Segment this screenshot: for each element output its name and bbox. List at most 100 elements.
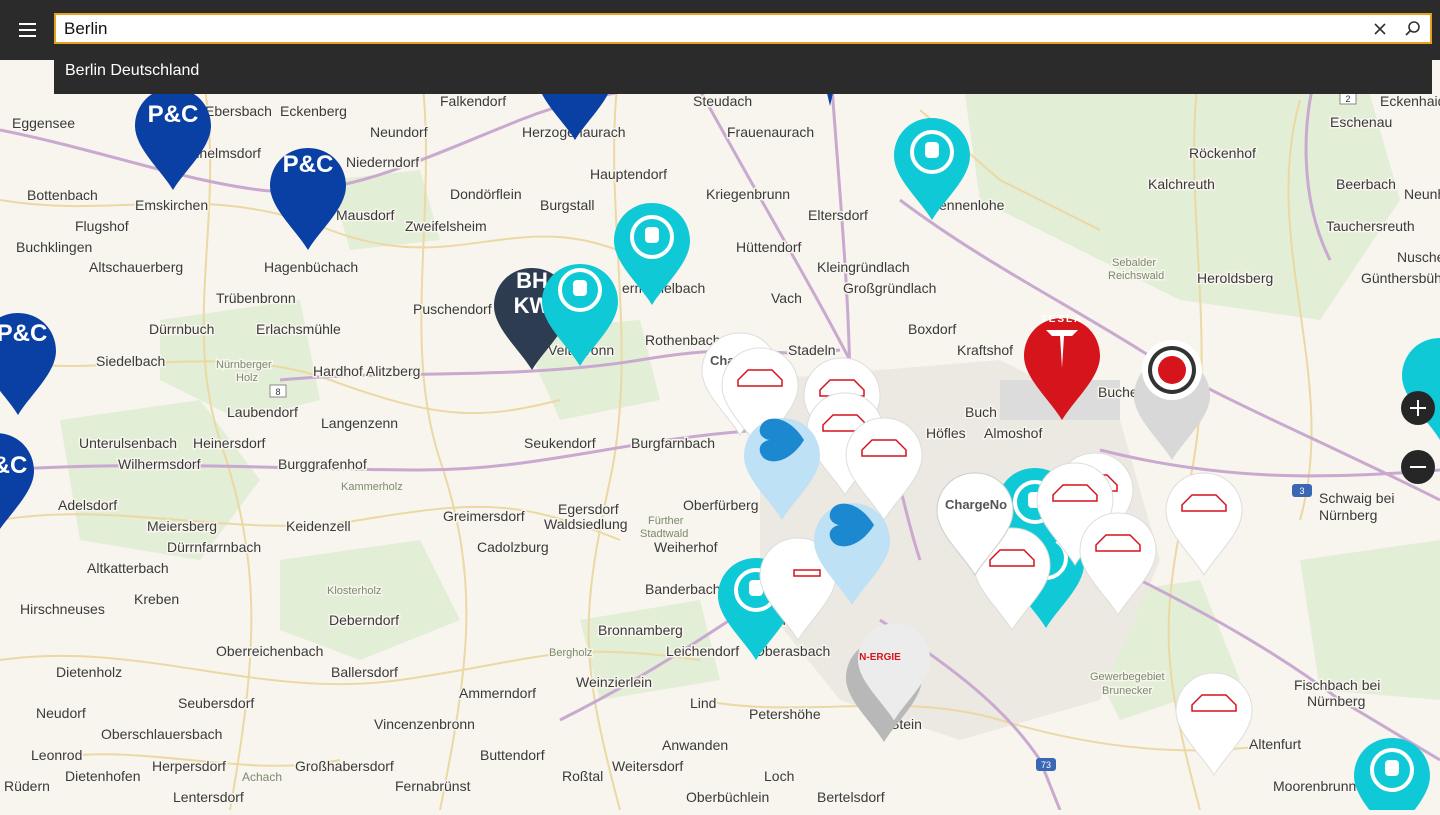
svg-text:Ballersdorf: Ballersdorf <box>331 664 398 680</box>
svg-text:Oberfürberg: Oberfürberg <box>683 497 758 513</box>
zoom-in-button[interactable] <box>1401 391 1435 425</box>
pc-pin[interactable]: P&C <box>0 433 34 535</box>
svg-text:Höfles: Höfles <box>926 425 966 441</box>
svg-text:3: 3 <box>1299 486 1304 496</box>
svg-text:Moorenbrunn: Moorenbrunn <box>1273 778 1356 794</box>
svg-text:Meiersberg: Meiersberg <box>147 518 217 534</box>
svg-text:Eckenberg: Eckenberg <box>280 103 347 119</box>
hamburger-icon[interactable] <box>0 0 54 60</box>
svg-text:Burggrafenhof: Burggrafenhof <box>278 456 367 472</box>
zoom-out-button[interactable] <box>1401 450 1435 484</box>
svg-text:Laubendorf: Laubendorf <box>227 404 298 420</box>
car-station-pin[interactable] <box>1165 472 1243 576</box>
svg-text:Anwanden: Anwanden <box>662 737 728 753</box>
svg-text:Wilhermsdorf: Wilhermsdorf <box>118 456 201 472</box>
svg-text:Eltersdorf: Eltersdorf <box>808 207 868 223</box>
svg-text:2: 2 <box>1345 94 1350 104</box>
svg-text:Altschauerberg: Altschauerberg <box>89 259 183 275</box>
svg-text:Burgstall: Burgstall <box>540 197 594 213</box>
close-icon[interactable] <box>1370 19 1390 39</box>
svg-text:Neundorf: Neundorf <box>370 124 428 140</box>
cyan-charging-pin[interactable] <box>1354 738 1430 815</box>
svg-text:ChargeNo: ChargeNo <box>945 497 1007 512</box>
svg-text:Kreben: Kreben <box>134 591 179 607</box>
search-box[interactable] <box>54 13 1432 44</box>
svg-text:P&C: P&C <box>0 452 27 479</box>
svg-text:Fischbach bei: Fischbach bei <box>1294 677 1380 693</box>
svg-text:Steudach: Steudach <box>693 93 752 109</box>
pc-pin[interactable]: P&C <box>0 313 56 415</box>
svg-text:Rothenbach: Rothenbach <box>645 332 721 348</box>
target-pin[interactable] <box>1134 340 1210 460</box>
svg-text:Ammerndorf: Ammerndorf <box>459 685 536 701</box>
svg-text:Seukendorf: Seukendorf <box>524 435 596 451</box>
map-canvas[interactable]: 8 2 3 73 Falkendorf Steudach Eckenhaid E… <box>0 0 1440 815</box>
svg-text:Greimersdorf: Greimersdorf <box>443 508 525 524</box>
pc-pin[interactable]: P&C <box>135 88 211 190</box>
svg-text:Falkendorf: Falkendorf <box>440 93 506 109</box>
svg-text:Weiherhof: Weiherhof <box>654 539 718 555</box>
svg-text:Nürnberger: Nürnberger <box>216 359 272 371</box>
svg-text:Lind: Lind <box>690 695 716 711</box>
svg-text:Neudorf: Neudorf <box>36 705 86 721</box>
svg-text:Hirschneuses: Hirschneuses <box>20 601 105 617</box>
svg-text:N-ERGIE: N-ERGIE <box>859 652 901 663</box>
svg-text:Fürther: Fürther <box>648 515 684 527</box>
svg-text:Großgründlach: Großgründlach <box>843 280 936 296</box>
svg-text:Oberbüchlein: Oberbüchlein <box>686 789 769 805</box>
svg-text:Eschenau: Eschenau <box>1330 114 1392 130</box>
svg-text:Waldsiedlung: Waldsiedlung <box>544 516 628 532</box>
svg-text:Cadolzburg: Cadolzburg <box>477 539 549 555</box>
svg-text:Bronnamberg: Bronnamberg <box>598 622 683 638</box>
svg-text:Zweifelsheim: Zweifelsheim <box>405 218 487 234</box>
svg-text:Altkatterbach: Altkatterbach <box>87 560 169 576</box>
svg-text:Dietenhofen: Dietenhofen <box>65 768 141 784</box>
svg-text:Emskirchen: Emskirchen <box>135 197 208 213</box>
map-svg: 8 2 3 73 Falkendorf Steudach Eckenhaid E… <box>0 38 1440 815</box>
svg-text:TESLA: TESLA <box>1041 314 1084 325</box>
svg-text:Hardhof Alitzberg: Hardhof Alitzberg <box>313 363 420 379</box>
svg-text:Heroldsberg: Heroldsberg <box>1197 270 1273 286</box>
svg-text:Gewerbegebiet: Gewerbegebiet <box>1090 671 1165 683</box>
svg-text:Dietenholz: Dietenholz <box>56 664 122 680</box>
svg-text:Dondörflein: Dondörflein <box>450 186 522 202</box>
svg-text:Eggensee: Eggensee <box>12 115 75 131</box>
svg-text:Adelsdorf: Adelsdorf <box>58 497 117 513</box>
svg-text:Seubersdorf: Seubersdorf <box>178 695 254 711</box>
svg-text:Lentersdorf: Lentersdorf <box>173 789 244 805</box>
svg-text:Reichswald: Reichswald <box>1108 270 1164 282</box>
svg-text:Beerbach: Beerbach <box>1336 176 1396 192</box>
svg-text:Trübenbronn: Trübenbronn <box>216 290 296 306</box>
svg-text:Stadeln: Stadeln <box>788 342 835 358</box>
svg-text:Bertelsdorf: Bertelsdorf <box>817 789 885 805</box>
svg-text:Weitersdorf: Weitersdorf <box>612 758 683 774</box>
svg-text:Schwaig bei: Schwaig bei <box>1319 490 1395 506</box>
search-input[interactable] <box>64 15 1364 42</box>
pc-pin[interactable]: P&C <box>270 148 346 250</box>
svg-text:Roßtal: Roßtal <box>562 768 603 784</box>
svg-text:Petershöhe: Petershöhe <box>749 706 821 722</box>
search-icon[interactable] <box>1402 19 1422 39</box>
svg-text:Niederndorf: Niederndorf <box>346 154 419 170</box>
svg-text:Hauptendorf: Hauptendorf <box>590 166 667 182</box>
svg-text:Nürnberg: Nürnberg <box>1307 693 1365 709</box>
svg-text:Kleingründlach: Kleingründlach <box>817 259 910 275</box>
svg-text:Kraftshof: Kraftshof <box>957 342 1013 358</box>
svg-text:P&C: P&C <box>148 101 199 128</box>
svg-text:Hagenbüchach: Hagenbüchach <box>264 259 358 275</box>
svg-text:Eckenhaid: Eckenhaid <box>1380 93 1440 109</box>
svg-text:Langenzenn: Langenzenn <box>321 415 398 431</box>
plus-icon <box>1410 400 1426 416</box>
svg-text:P&C: P&C <box>283 151 334 178</box>
svg-text:Herpersdorf: Herpersdorf <box>152 758 226 774</box>
svg-text:BH: BH <box>516 268 548 293</box>
svg-text:Neunhof: Neunhof <box>1404 186 1440 202</box>
svg-text:Sebalder: Sebalder <box>1112 257 1156 269</box>
svg-text:Loch: Loch <box>764 768 794 784</box>
svg-text:Tauchersreuth: Tauchersreuth <box>1326 218 1415 234</box>
svg-text:Oberschlauersbach: Oberschlauersbach <box>101 726 222 742</box>
svg-text:Röckenhof: Röckenhof <box>1189 145 1256 161</box>
svg-text:Dürrnfarrnbach: Dürrnfarrnbach <box>167 539 261 555</box>
suggestion-item[interactable]: Berlin Deutschland <box>65 46 199 94</box>
svg-text:Buch: Buch <box>965 404 997 420</box>
